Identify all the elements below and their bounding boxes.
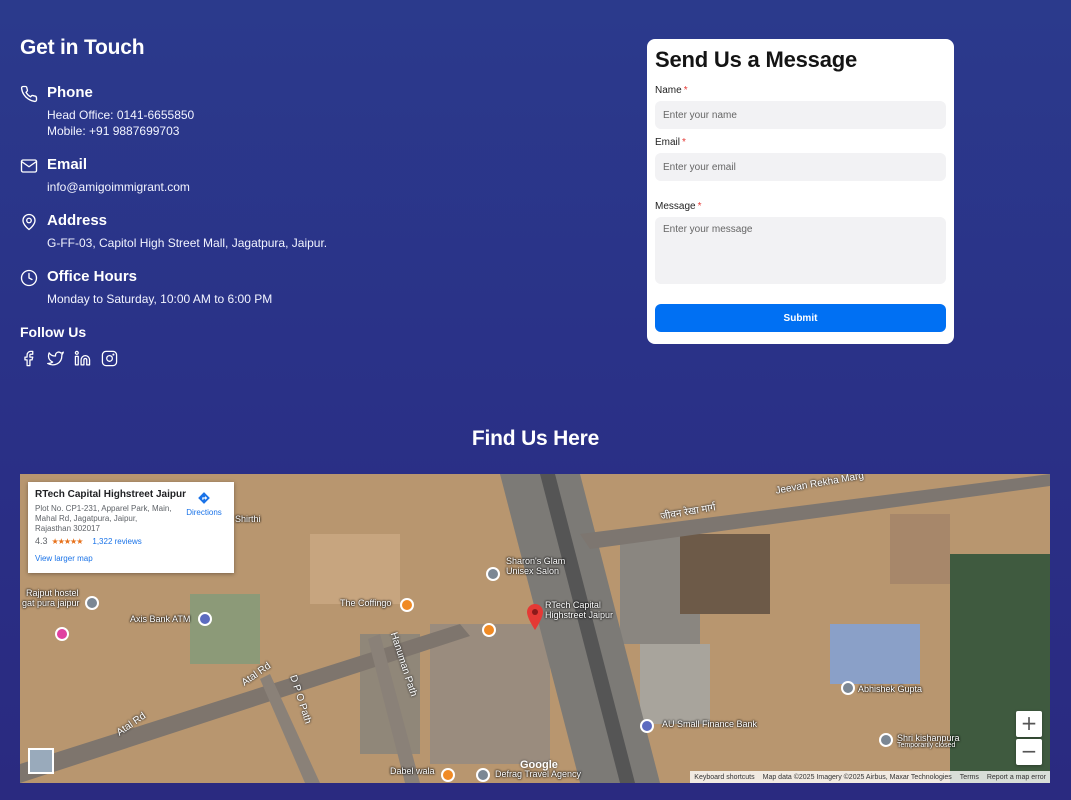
map-poi-marker[interactable] bbox=[55, 627, 69, 641]
message-label: Message * bbox=[655, 201, 702, 212]
directions-icon bbox=[198, 492, 210, 504]
map-poi-marker[interactable] bbox=[841, 681, 855, 695]
place-rating: 4.3 bbox=[35, 536, 48, 546]
message-required-mark: * bbox=[697, 201, 702, 212]
map-place-label: AU Small Finance Bank bbox=[662, 719, 758, 729]
find-us-title: Find Us Here bbox=[471, 427, 600, 450]
place-rating-row: 4.3 ★★★★★ 1,322 reviews bbox=[35, 536, 227, 546]
map-place-label: Sharon's Glam bbox=[506, 556, 566, 566]
twitter-icon[interactable] bbox=[47, 350, 64, 367]
hours-block: Office Hours Monday to Saturday, 10:00 A… bbox=[20, 268, 620, 307]
address-value: G-FF-03, Capitol High Street Mall, Jagat… bbox=[47, 236, 328, 250]
email-block: Email info@amigoimmigrant.com bbox=[20, 156, 620, 195]
directions-button[interactable]: Directions bbox=[184, 491, 224, 517]
contact-title: Get in Touch bbox=[20, 36, 145, 59]
map-poi-marker[interactable] bbox=[85, 596, 99, 610]
terms-link[interactable]: Terms bbox=[960, 774, 979, 781]
map-attribution: Keyboard shortcuts Map data ©2025 Imager… bbox=[690, 771, 1050, 783]
hours-heading: Office Hours bbox=[47, 268, 138, 285]
follow-block: Follow Us bbox=[20, 324, 620, 367]
instagram-icon[interactable] bbox=[101, 350, 118, 367]
directions-label: Directions bbox=[186, 508, 222, 517]
name-input[interactable] bbox=[655, 101, 946, 129]
phone-mobile[interactable]: Mobile: +91 9887699703 bbox=[47, 123, 194, 139]
map-place-label: RTech Capital bbox=[545, 600, 601, 610]
phone-icon bbox=[20, 85, 38, 103]
address-block: Address G-FF-03, Capitol High Street Mal… bbox=[20, 212, 620, 251]
map-poi-marker[interactable] bbox=[879, 733, 893, 747]
email-label: Email * bbox=[655, 137, 686, 148]
social-links bbox=[20, 350, 620, 367]
facebook-icon[interactable] bbox=[20, 350, 37, 367]
contact-section: Get in Touch Phone Head Office: 0141-665… bbox=[20, 36, 620, 367]
hours-value: Monday to Saturday, 10:00 AM to 6:00 PM bbox=[47, 292, 273, 306]
map-place-label: Unisex Salon bbox=[506, 566, 560, 576]
phone-block: Phone Head Office: 0141-6655850 Mobile: … bbox=[20, 84, 620, 139]
rating-stars-icon: ★★★★★ bbox=[51, 536, 84, 546]
map-layer-toggle[interactable] bbox=[28, 748, 54, 774]
map-place-label: The Coffingo bbox=[340, 598, 392, 608]
map-place-label: Highstreet Jaipur bbox=[545, 610, 614, 620]
map-poi-marker[interactable] bbox=[640, 719, 654, 733]
mail-icon bbox=[20, 157, 38, 175]
email-value[interactable]: info@amigoimmigrant.com bbox=[47, 179, 190, 195]
report-error-link[interactable]: Report a map error bbox=[987, 774, 1046, 781]
map-place-label: Rajput hostel bbox=[26, 588, 79, 598]
google-logo: Google bbox=[520, 759, 558, 771]
map-poi-marker[interactable] bbox=[400, 598, 414, 612]
view-larger-map-link[interactable]: View larger map bbox=[35, 554, 227, 563]
map-place-label: Temporarily closed bbox=[897, 742, 956, 749]
phone-office[interactable]: Head Office: 0141-6655850 bbox=[47, 107, 194, 123]
map-poi-marker[interactable] bbox=[198, 612, 212, 626]
map-place-label: gat pura jaipur bbox=[22, 598, 80, 608]
map-place-label: Abhishek Gupta bbox=[858, 684, 923, 694]
map-place-label: Dabel wala bbox=[390, 766, 435, 776]
email-heading: Email bbox=[47, 156, 88, 173]
message-textarea[interactable] bbox=[655, 217, 946, 284]
map-data-text: Map data ©2025 Imagery ©2025 Airbus, Max… bbox=[762, 773, 952, 781]
embedded-map[interactable]: Jeevan Rekha Marg जीवन रेखा मार्ग Shirth… bbox=[20, 474, 1050, 783]
linkedin-icon[interactable] bbox=[74, 350, 91, 367]
map-pin-icon bbox=[20, 213, 38, 231]
map-poi-marker[interactable] bbox=[482, 623, 496, 637]
place-info-card: RTech Capital Highstreet Jaipur Plot No.… bbox=[28, 482, 234, 573]
map-poi-marker[interactable] bbox=[441, 768, 455, 782]
place-address: Plot No. CP1-231, Apparel Park, Main, Ma… bbox=[35, 504, 172, 533]
submit-button[interactable]: Submit bbox=[655, 304, 946, 332]
email-required-mark: * bbox=[682, 137, 686, 148]
map-poi-marker[interactable] bbox=[486, 567, 500, 581]
map-poi-marker[interactable] bbox=[476, 768, 490, 782]
name-label: Name * bbox=[655, 85, 688, 96]
zoom-out-button[interactable]: − bbox=[1016, 739, 1042, 765]
phone-heading: Phone bbox=[47, 84, 93, 101]
keyboard-shortcuts-link[interactable]: Keyboard shortcuts bbox=[694, 774, 754, 781]
map-place-label: Shirthi bbox=[235, 514, 261, 524]
email-input[interactable] bbox=[655, 153, 946, 181]
location-pin-icon[interactable] bbox=[527, 604, 543, 630]
clock-icon bbox=[20, 269, 38, 287]
reviews-link[interactable]: 1,322 reviews bbox=[92, 537, 141, 546]
map-place-label: Axis Bank ATM bbox=[130, 614, 191, 624]
zoom-in-button[interactable]: + bbox=[1016, 711, 1042, 737]
name-required-mark: * bbox=[683, 85, 688, 96]
address-heading: Address bbox=[47, 212, 108, 229]
follow-heading: Follow Us bbox=[20, 324, 87, 340]
form-title: Send Us a Message bbox=[655, 47, 858, 72]
message-form-card: Send Us a Message Name* Email* Message* … bbox=[647, 39, 954, 344]
